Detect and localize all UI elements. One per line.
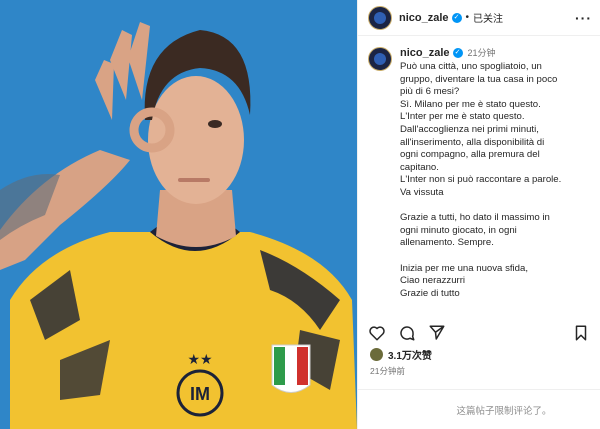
caption-line: ogni minuto giocato, in ogni [400,224,517,236]
verified-badge-icon: ✓ [451,12,462,23]
svg-text:IM: IM [190,384,210,404]
heart-icon[interactable] [368,324,386,342]
send-icon[interactable] [428,324,446,342]
post-side-panel: nico_zale ✓ • 已关注 ··· nico_zale ✓ 21分钟 P… [357,0,600,429]
likes-row[interactable]: 3.1万次赞 [370,347,432,362]
caption-line: Ciao nerazzurri [400,275,466,287]
caption-line: L'Inter per me è stato questo. [400,111,525,123]
post-caption: nico_zale ✓ 21分钟 Può una città, uno spog… [358,36,600,304]
follow-status-button[interactable]: 已关注 [473,10,503,25]
comments-restricted-text: 这篇帖子限制评论了。 [456,405,552,417]
caption-line: più di 6 mesi? [400,86,460,98]
player-photo-illustration: IM ★★ [0,0,357,429]
caption-line: all'inserimento, alla disponibilità di [400,136,545,148]
caption-header: nico_zale ✓ 21分钟 [400,46,590,59]
caption-line [400,250,590,263]
svg-text:★★: ★★ [187,352,212,368]
caption-line: Va vissuta [400,186,444,198]
caption-body: nico_zale ✓ 21分钟 Può una città, uno spog… [400,46,590,304]
caption-line: capitano. [400,161,439,173]
caption-line: Grazie a tutti, ho dato il massimo in [400,212,550,224]
caption-line: gruppo, diventare la tua casa in poco [400,73,558,85]
verified-badge-icon: ✓ [452,47,463,58]
caption-line: L'Inter non si può raccontare a parole. [400,174,562,186]
caption-line: Sì. Milano per me è stato questo. [400,98,541,110]
caption-username[interactable]: nico_zale [400,47,450,59]
caption-time: 21分钟 [467,48,496,58]
post-photo[interactable]: IM ★★ [0,0,357,429]
caption-text: Può una città, uno spogliatoio, un gruppo… [400,61,590,300]
posted-time: 21分钟前 [370,366,405,376]
comments-restricted-bar: 这篇帖子限制评论了。 [358,389,600,429]
post-actions [368,322,590,344]
caption-line: ogni compagno, alla premura del [400,149,540,161]
author-username[interactable]: nico_zale [399,12,449,24]
likes-count[interactable]: 3.1万次赞 [388,347,432,362]
caption-avatar[interactable] [368,47,392,71]
liker-avatar [370,348,383,361]
post-header: nico_zale ✓ • 已关注 ··· [358,0,600,36]
caption-line: Può una città, uno spogliatoio, un [400,61,542,72]
caption-line: Grazie di tutto [400,287,460,299]
caption-line: allenamento. Sempre. [400,237,494,249]
caption-line: Dall'accoglienza nei primi minuti, [400,123,539,135]
comment-icon[interactable] [398,324,416,342]
author-avatar[interactable] [368,5,392,30]
separator-dot: • [465,12,470,23]
bookmark-icon[interactable] [572,324,590,342]
caption-line: Inizia per me una nuova sfida, [400,262,528,274]
more-options-icon[interactable]: ··· [575,10,592,26]
caption-line [400,200,590,213]
